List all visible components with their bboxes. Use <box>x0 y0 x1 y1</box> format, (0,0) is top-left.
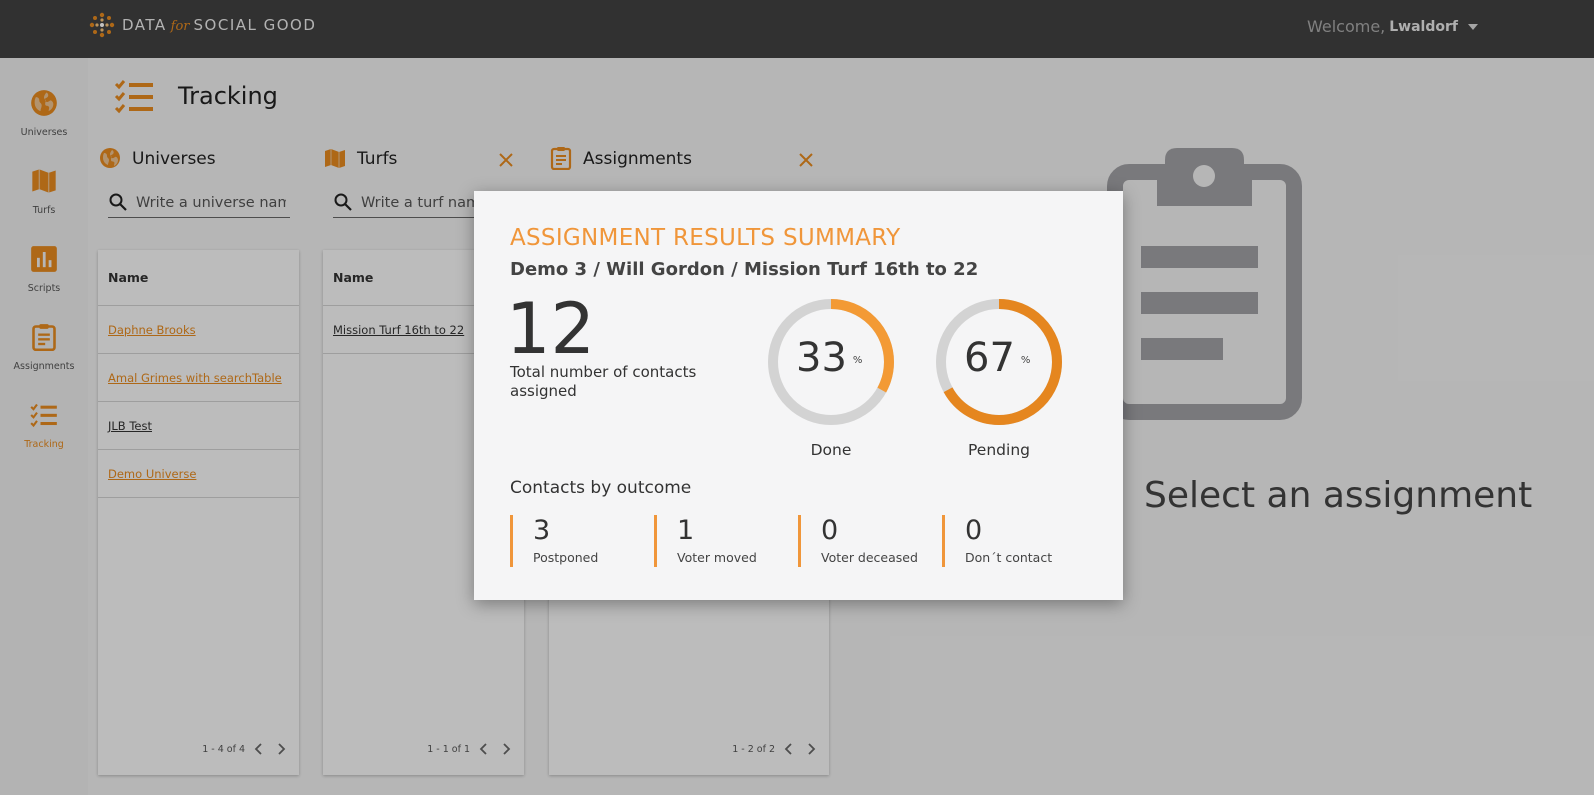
done-percent: 33% <box>796 335 863 381</box>
outcome-count: 0 <box>821 515 839 546</box>
outcomes-section-title: Contacts by outcome <box>510 478 692 498</box>
outcome-voter-moved: 1 Voter moved <box>654 515 784 567</box>
outcome-voter-deceased: 0 Voter deceased <box>798 515 928 567</box>
total-contacts-label: Total number of contacts assigned <box>510 363 697 400</box>
outcome-label: Voter deceased <box>821 550 918 565</box>
dialog-subtitle: Demo 3 / Will Gordon / Mission Turf 16th… <box>510 259 979 280</box>
outcome-label: Postponed <box>533 550 599 565</box>
dialog-title: ASSIGNMENT RESULTS SUMMARY <box>510 225 901 251</box>
assignment-summary-dialog: ASSIGNMENT RESULTS SUMMARY Demo 3 / Will… <box>474 191 1123 600</box>
outcome-postponed: 3 Postponed <box>510 515 640 567</box>
done-label: Done <box>810 441 852 459</box>
outcome-count: 0 <box>965 515 983 546</box>
outcome-label: Voter moved <box>677 550 757 565</box>
outcome-count: 1 <box>677 515 695 546</box>
outcome-count: 3 <box>533 515 551 546</box>
outcome-dont-contact: 0 Don´t contact <box>942 515 1072 567</box>
pending-percent: 67% <box>964 335 1031 381</box>
total-contacts-value: 12 <box>506 288 596 370</box>
pending-label: Pending <box>968 441 1030 459</box>
outcome-label: Don´t contact <box>965 550 1053 565</box>
